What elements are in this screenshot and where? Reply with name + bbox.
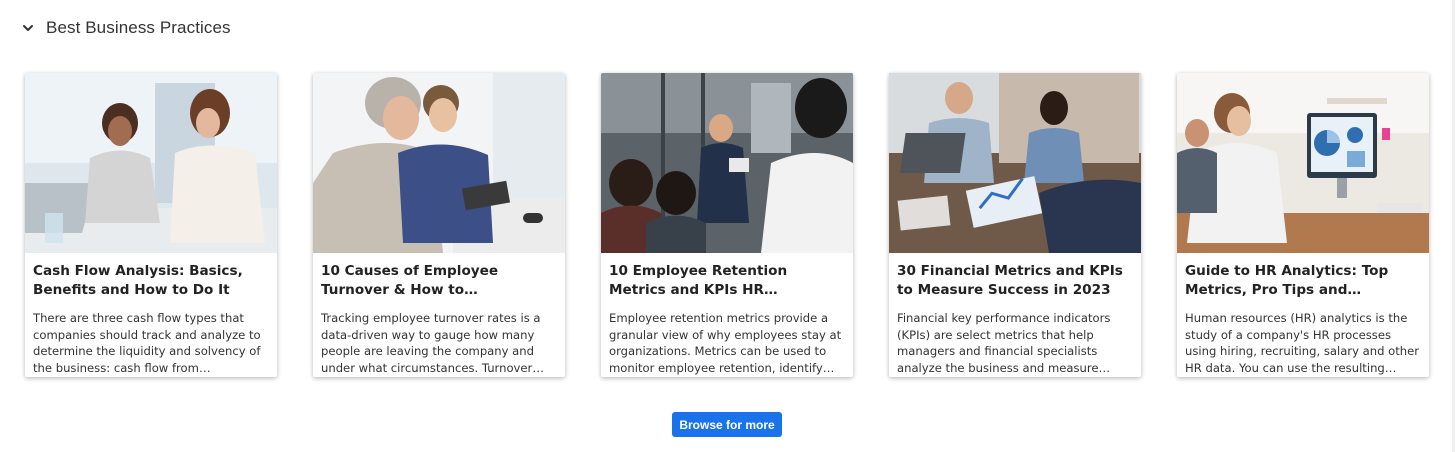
article-image[interactable] (889, 73, 1141, 253)
article-description: Employee retention metrics provide a gra… (609, 311, 842, 375)
article-description: Tracking employee turnover rates is a da… (321, 311, 541, 375)
article-card[interactable]: Guide to HR Analytics: Top Metrics, Pro … (1177, 73, 1429, 377)
section-toggle[interactable]: Best Business Practices (22, 14, 231, 42)
article-description: There are three cash flow types that com… (33, 311, 261, 375)
article-title[interactable]: 10 Causes of Employee Turnover & How to … (321, 262, 557, 300)
article-card[interactable]: 10 Employee Retention Metrics and KPIs H… (601, 73, 853, 377)
browse-more-button[interactable]: Browse for more (672, 412, 782, 437)
article-title[interactable]: Guide to HR Analytics: Top Metrics, Pro … (1185, 262, 1421, 300)
section-title: Best Business Practices (46, 18, 231, 37)
article-image[interactable] (313, 73, 565, 253)
article-image[interactable] (1177, 73, 1429, 253)
article-card[interactable]: Cash Flow Analysis: Basics, Benefits and… (25, 73, 277, 377)
article-title[interactable]: Cash Flow Analysis: Basics, Benefits and… (33, 262, 269, 300)
article-image[interactable] (25, 73, 277, 253)
chevron-down-icon (22, 22, 34, 34)
article-title[interactable]: 30 Financial Metrics and KPIs to Measure… (897, 262, 1133, 300)
article-image[interactable] (601, 73, 853, 253)
article-card[interactable]: 30 Financial Metrics and KPIs to Measure… (889, 73, 1141, 377)
article-description: Financial key performance indicators (KP… (897, 311, 1111, 375)
article-title[interactable]: 10 Employee Retention Metrics and KPIs H… (609, 262, 845, 300)
article-card[interactable]: 10 Causes of Employee Turnover & How to … (313, 73, 565, 377)
article-description: Human resources (HR) analytics is the st… (1185, 311, 1420, 375)
card-list: Cash Flow Analysis: Basics, Benefits and… (25, 73, 1429, 377)
